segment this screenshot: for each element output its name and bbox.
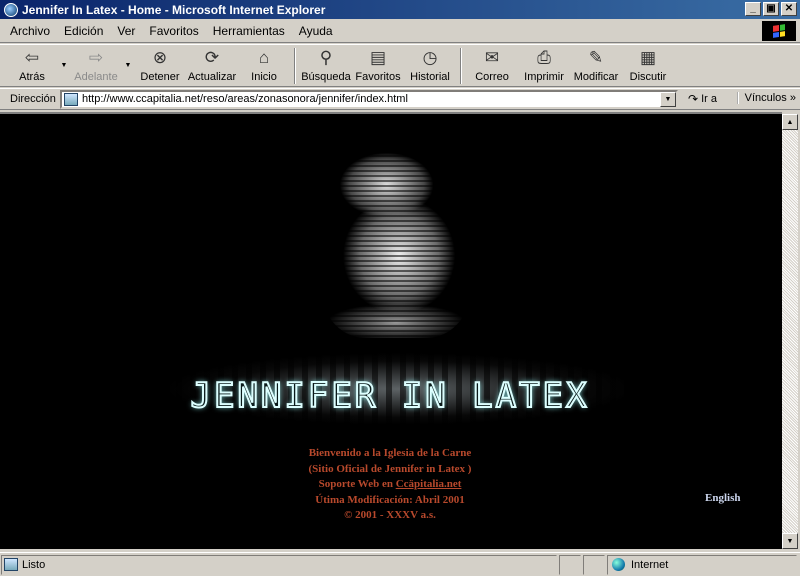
hero-figure-image	[318, 142, 474, 338]
title-bar: Jennifer In Latex - Home - Microsoft Int…	[0, 0, 800, 19]
refresh-button[interactable]: ⟳ Actualizar	[186, 45, 238, 85]
intro-text: Bienvenido a la Iglesia de la Carne (Sit…	[240, 446, 540, 524]
intro-line-5: © 2001 - XXXV a.s.	[344, 509, 436, 521]
maximize-button[interactable]: ▣	[763, 2, 779, 16]
history-button[interactable]: ◷ Historial	[404, 45, 456, 85]
go-button[interactable]: ↷ Ir a	[688, 92, 717, 106]
discuss-icon: ▦	[639, 48, 657, 67]
menu-bar: Archivo Edición Ver Favoritos Herramient…	[0, 19, 800, 43]
address-dropdown[interactable]: ▼	[660, 91, 676, 107]
scroll-up-button[interactable]: ▲	[782, 114, 798, 130]
links-button[interactable]: Vínculos »	[736, 92, 796, 104]
standard-toolbar: ⇦ Atrás ▼ ⇨ Adelante ▼ ⊗ Detener ⟳ Actua…	[0, 44, 800, 87]
windows-logo-icon	[762, 21, 796, 41]
back-dropdown[interactable]: ▼	[58, 45, 70, 85]
search-icon: ⚲	[319, 48, 333, 67]
forward-dropdown[interactable]: ▼	[122, 45, 134, 85]
globe-icon	[612, 558, 625, 571]
minimize-button[interactable]: _	[745, 2, 761, 16]
menu-edicion[interactable]: Edición	[64, 24, 103, 38]
print-button[interactable]: ⎙ Imprimir	[518, 45, 570, 85]
status-cell	[559, 554, 581, 575]
forward-arrow-icon: ⇨	[88, 48, 104, 67]
window-title: Jennifer In Latex - Home - Microsoft Int…	[22, 2, 326, 17]
page-content: JENNIFER IN LATEX Bienvenido a la Iglesi…	[0, 112, 782, 549]
back-arrow-icon: ⇦	[24, 48, 40, 67]
status-bar: Listo Internet	[0, 552, 800, 576]
home-icon: ⌂	[258, 48, 270, 67]
back-button[interactable]: ⇦ Atrás	[6, 45, 58, 85]
toolbar-separator	[294, 48, 296, 84]
chevron-right-icon: »	[789, 92, 796, 104]
menu-archivo[interactable]: Archivo	[10, 24, 50, 38]
status-panel: Listo	[1, 554, 557, 575]
mail-button[interactable]: ✉ Correo	[466, 45, 518, 85]
english-link[interactable]: English	[705, 492, 740, 504]
page-icon	[64, 92, 78, 106]
go-arrow-icon: ↷	[688, 92, 699, 106]
intro-line-3: Soporte Web en Ccäpitalia.net	[318, 478, 462, 490]
page-done-icon	[4, 558, 18, 571]
toolbar-separator	[460, 48, 462, 84]
stop-button[interactable]: ⊗ Detener	[134, 45, 186, 85]
home-button[interactable]: ⌂ Inicio	[238, 45, 290, 85]
status-cell	[583, 554, 605, 575]
discuss-button[interactable]: ▦ Discutir	[622, 45, 674, 85]
stop-icon: ⊗	[152, 48, 168, 67]
security-zone: Internet	[607, 554, 797, 575]
favorites-folder-icon: ▤	[369, 48, 387, 67]
refresh-icon: ⟳	[204, 48, 220, 67]
site-logo: JENNIFER IN LATEX	[190, 375, 590, 417]
edit-button[interactable]: ✎ Modificar	[570, 45, 622, 85]
intro-line-2: (Sitio Oficial de Jennifer in Latex )	[308, 462, 472, 475]
history-icon: ◷	[422, 48, 438, 67]
menu-herramientas[interactable]: Herramientas	[213, 24, 285, 38]
address-url[interactable]: http://www.ccapitalia.net/reso/areas/zon…	[82, 93, 408, 105]
window-controls: _ ▣ ✕	[745, 2, 797, 16]
edit-icon: ✎	[588, 48, 604, 67]
search-button[interactable]: ⚲ Búsqueda	[300, 45, 352, 85]
ie-icon	[4, 2, 18, 17]
favorites-button[interactable]: ▤ Favoritos	[352, 45, 404, 85]
address-input[interactable]: http://www.ccapitalia.net/reso/areas/zon…	[60, 89, 678, 109]
status-text: Listo	[22, 558, 46, 571]
ccapitalia-link[interactable]: Ccäpitalia.net	[396, 478, 462, 490]
close-button[interactable]: ✕	[781, 2, 797, 16]
menu-favoritos[interactable]: Favoritos	[149, 24, 198, 38]
address-label: Dirección	[10, 93, 56, 105]
address-bar: Dirección http://www.ccapitalia.net/reso…	[0, 88, 800, 110]
scroll-down-button[interactable]: ▼	[782, 533, 798, 549]
mail-icon: ✉	[484, 48, 500, 67]
vertical-scrollbar[interactable]: ▲ ▼	[782, 114, 798, 549]
zone-text: Internet	[631, 558, 669, 571]
intro-line-4: Útima Modificación: Abril 2001	[315, 493, 465, 506]
menu-ayuda[interactable]: Ayuda	[299, 24, 333, 38]
printer-icon: ⎙	[537, 48, 551, 67]
intro-line-1: Bienvenido a la Iglesia de la Carne	[308, 447, 472, 459]
menu-ver[interactable]: Ver	[117, 24, 135, 38]
forward-button[interactable]: ⇨ Adelante	[70, 45, 122, 85]
